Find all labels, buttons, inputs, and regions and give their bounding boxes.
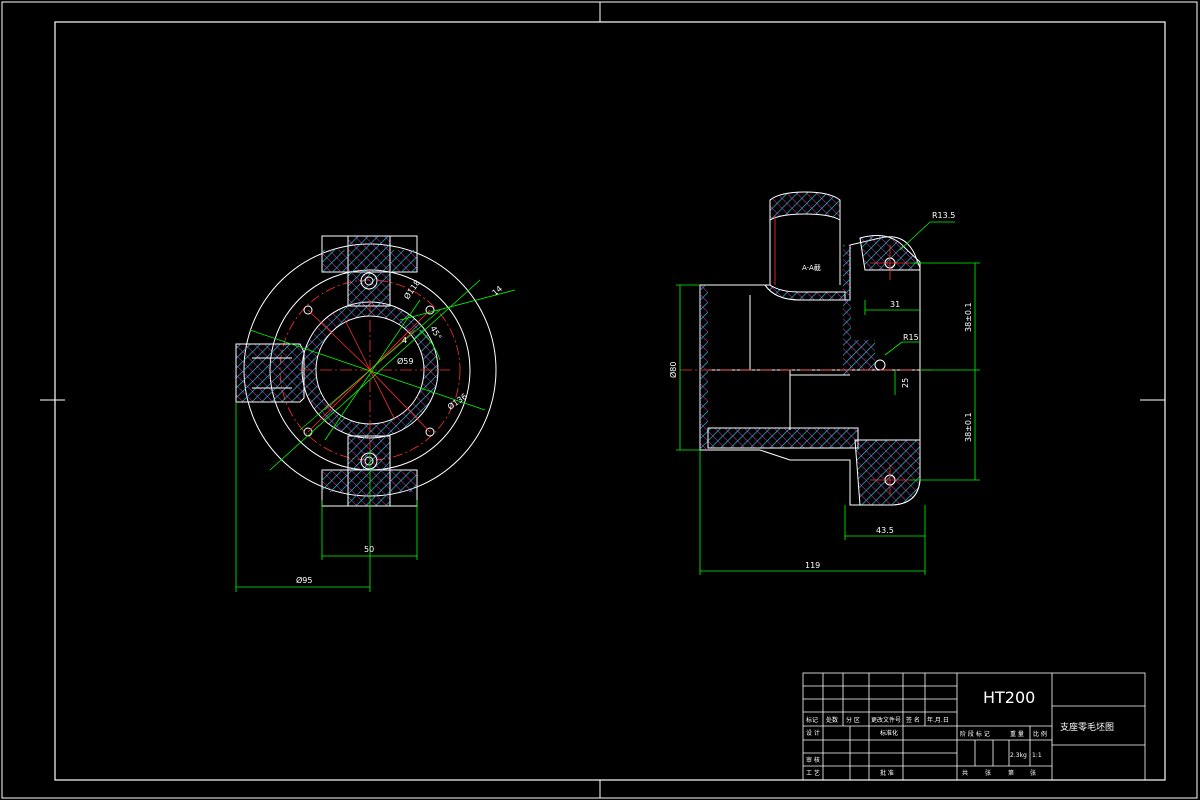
row-process: 工 艺 [806,769,820,777]
header-count: 处数 [826,716,838,724]
row-design: 设 计 [806,729,820,737]
header-signature: 签 名 [906,716,920,724]
label-approval: 批 准 [880,769,894,777]
dim-43-5: 43.5 [876,526,894,535]
dim-d136: Ø136 [445,391,468,412]
dim-r15: R15 [903,333,919,342]
title-block-text: HT200 支座零毛坯图 2.3kg 1:1 标记 处数 分 区 更改文件号 签… [806,688,1114,777]
dim-31: 31 [890,300,900,309]
label-weight: 重 量 [1010,730,1024,738]
sheet-no: 第 [1008,769,1014,777]
top-lug [769,191,841,221]
header-mark: 标记 [806,716,818,724]
dim-d118: Ø118 [401,278,422,301]
sheet-unit-b: 张 [1030,769,1036,777]
side-section-view: A-A截 R13.5 R15 31 25 Ø80 38±0.1 38±0.1 4… [668,191,980,575]
front-view: Ø118 Ø59 Ø136 4 45° 14 50 Ø95 [235,235,516,592]
dim-d59: Ø59 [397,356,413,366]
row-review: 审 核 [806,756,820,764]
sheet-total: 共 [962,769,968,777]
dim-d95: Ø95 [296,575,312,585]
header-zone: 分 区 [846,716,860,724]
dim-38-a: 38±0.1 [964,302,973,332]
mass-value: 2.3kg [1010,752,1027,759]
part-name: 支座零毛坯图 [1060,721,1114,733]
header-date: 年.月.日 [927,716,949,724]
dim-25: 25 [901,378,910,388]
left-boss [235,343,305,403]
label-stage-mark: 阶 段 标 记 [960,730,990,738]
dim-119: 119 [805,561,820,570]
material-label: HT200 [983,688,1035,707]
dim-d80: Ø80 [668,362,678,378]
cad-drawing: Ø118 Ø59 Ø136 4 45° 14 50 Ø95 A-A截 R13.5… [1,1,1198,799]
section-label: A-A截 [802,263,821,272]
dim-38-b: 38±0.1 [964,412,973,442]
scale-value: 1:1 [1032,752,1042,759]
label-standardization: 标准化 [880,729,898,737]
sheet-unit-a: 张 [985,769,991,777]
sheet-border [1,1,1198,799]
dim-w50: 50 [364,545,374,554]
dim-r13-5: R13.5 [932,211,955,220]
label-scale: 比 例 [1033,730,1047,738]
dim-four-holes: 4 [402,336,407,345]
header-change-doc: 更改文件号 [871,716,901,724]
